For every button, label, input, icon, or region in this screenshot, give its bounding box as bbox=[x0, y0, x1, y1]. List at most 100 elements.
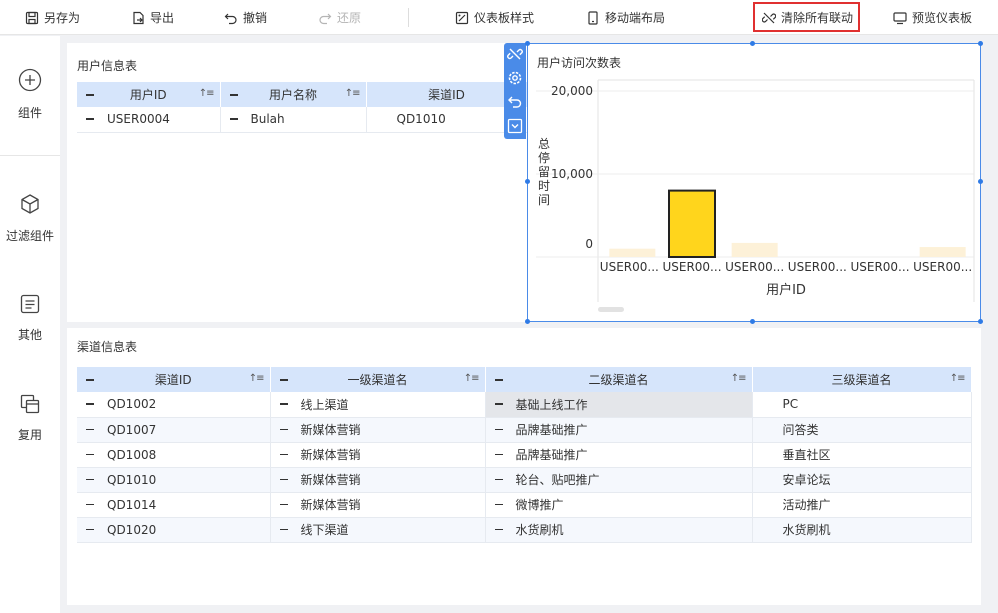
unlink-icon[interactable] bbox=[507, 46, 523, 62]
clear-links-button[interactable]: 清除所有联动 bbox=[762, 0, 853, 35]
undo-icon[interactable] bbox=[507, 94, 523, 110]
sort-icon[interactable]: ↑≡ bbox=[199, 88, 215, 99]
save-as-button[interactable]: 另存为 bbox=[25, 0, 80, 35]
collapse-icon[interactable] bbox=[494, 528, 503, 530]
collapse-icon[interactable] bbox=[494, 379, 503, 381]
table-cell[interactable]: 安卓论坛 bbox=[752, 467, 972, 493]
table-cell[interactable]: 基础上线工作 bbox=[485, 392, 753, 418]
channel-info-widget[interactable]: 渠道信息表 渠道ID ↑≡ 一级渠道名 ↑≡ 二级渠道名 ↑≡ 三级渠道名 ↑≡ QD1… bbox=[67, 328, 981, 605]
collapse-icon[interactable] bbox=[86, 403, 94, 405]
resize-handle[interactable] bbox=[525, 41, 530, 46]
table-row[interactable]: USER0004 Bulah QD1010 bbox=[77, 107, 528, 133]
collapse-icon[interactable] bbox=[86, 94, 94, 96]
sort-icon[interactable]: ↑≡ bbox=[249, 373, 265, 384]
collapse-icon[interactable] bbox=[279, 478, 288, 480]
table-cell[interactable]: QD1014 bbox=[77, 492, 271, 518]
table-row[interactable]: QD1010 新媒体营销 轮台、贴吧推广 安卓论坛 bbox=[77, 467, 972, 493]
collapse-icon[interactable] bbox=[86, 379, 94, 381]
table-row[interactable]: QD1020 线下渠道 水货刷机 水货刷机 bbox=[77, 517, 972, 543]
export-button[interactable]: 导出 bbox=[131, 0, 174, 35]
table-cell[interactable]: QD1002 bbox=[77, 392, 271, 418]
gear-icon[interactable] bbox=[507, 70, 523, 86]
table-cell[interactable]: 品牌基础推广 bbox=[485, 442, 753, 468]
table-cell[interactable]: USER0004 bbox=[77, 107, 221, 133]
table-cell[interactable]: 活动推广 bbox=[752, 492, 972, 518]
chart-scrollbar-thumb[interactable] bbox=[598, 307, 624, 312]
column-header-level2-channel[interactable]: 二级渠道名 ↑≡ bbox=[485, 367, 753, 392]
collapse-icon[interactable] bbox=[86, 118, 94, 120]
sidebar-item-filter[interactable]: 过滤组件 bbox=[0, 193, 60, 244]
collapse-icon[interactable] bbox=[494, 453, 503, 455]
resize-handle[interactable] bbox=[978, 319, 983, 324]
table-cell[interactable]: PC bbox=[752, 392, 972, 418]
sort-icon[interactable]: ↑≡ bbox=[731, 373, 747, 384]
table-cell[interactable]: 水货刷机 bbox=[752, 517, 972, 543]
redo-button[interactable]: 还原 bbox=[318, 0, 361, 35]
resize-handle[interactable] bbox=[978, 41, 983, 46]
table-cell[interactable]: 微博推广 bbox=[485, 492, 753, 518]
collapse-icon[interactable] bbox=[494, 478, 503, 480]
collapse-icon[interactable] bbox=[86, 453, 94, 455]
column-header-user-id[interactable]: 用户ID ↑≡ bbox=[77, 82, 221, 107]
collapse-icon[interactable] bbox=[494, 428, 503, 430]
column-header-channel-id[interactable]: 渠道ID↑≡ bbox=[77, 367, 271, 392]
sort-icon[interactable]: ↑≡ bbox=[345, 88, 361, 99]
mobile-layout-button[interactable]: 移动端布局 bbox=[586, 0, 665, 35]
column-header-user-name[interactable]: 用户名称 ↑≡ bbox=[220, 82, 367, 107]
collapse-icon[interactable] bbox=[494, 403, 503, 405]
table-cell[interactable]: 新媒体营销 bbox=[270, 442, 486, 468]
collapse-icon[interactable] bbox=[86, 503, 94, 505]
resize-handle[interactable] bbox=[750, 319, 755, 324]
collapse-icon[interactable] bbox=[229, 94, 238, 96]
sort-icon[interactable]: ↑≡ bbox=[950, 373, 966, 384]
table-row[interactable]: QD1002 线上渠道 基础上线工作 PC bbox=[77, 392, 972, 418]
table-cell[interactable]: QD1008 bbox=[77, 442, 271, 468]
table-cell[interactable]: 品牌基础推广 bbox=[485, 417, 753, 443]
column-header-level1-channel[interactable]: 一级渠道名 ↑≡ bbox=[270, 367, 486, 392]
table-cell[interactable]: QD1010 bbox=[77, 467, 271, 493]
table-cell[interactable]: 垂直社区 bbox=[752, 442, 972, 468]
column-header-channel-id[interactable]: 渠道ID↑≡ bbox=[366, 82, 528, 107]
collapse-icon[interactable] bbox=[86, 478, 94, 480]
table-cell[interactable]: 线下渠道 bbox=[270, 517, 486, 543]
collapse-icon[interactable] bbox=[279, 403, 288, 405]
collapse-icon[interactable] bbox=[279, 453, 288, 455]
collapse-icon[interactable] bbox=[86, 428, 94, 430]
table-cell[interactable]: 水货刷机 bbox=[485, 517, 753, 543]
resize-handle[interactable] bbox=[525, 179, 530, 184]
user-info-widget[interactable]: 用户信息表 用户ID↑≡ 用户名称↑≡ 渠道ID↑≡ USER0004 Bula… bbox=[67, 43, 528, 322]
collapse-icon[interactable] bbox=[279, 379, 288, 381]
table-cell[interactable]: 线上渠道 bbox=[270, 392, 486, 418]
sort-icon[interactable]: ↑≡ bbox=[464, 373, 480, 384]
collapse-icon[interactable] bbox=[494, 503, 503, 505]
table-row[interactable]: QD1007 新媒体营销 品牌基础推广 问答类 bbox=[77, 417, 972, 443]
table-cell[interactable]: 轮台、贴吧推广 bbox=[485, 467, 753, 493]
table-cell[interactable]: 问答类 bbox=[752, 417, 972, 443]
resize-handle[interactable] bbox=[750, 41, 755, 46]
dashboard-style-button[interactable]: 仪表板样式 bbox=[455, 0, 534, 35]
sidebar-item-reuse[interactable]: 复用 bbox=[0, 394, 60, 443]
user-visits-chart-widget[interactable]: 用户访问次数表 20,000 10,000 0 总停留时间 USER00... USER0… bbox=[527, 43, 981, 322]
resize-handle[interactable] bbox=[978, 179, 983, 184]
table-cell[interactable]: QD1010 bbox=[366, 107, 528, 133]
undo-button[interactable]: 撤销 bbox=[224, 0, 267, 35]
table-row[interactable]: QD1008 新媒体营销 品牌基础推广 垂直社区 bbox=[77, 442, 972, 468]
sidebar-item-components[interactable]: 组件 bbox=[0, 68, 60, 121]
sidebar-item-other[interactable]: 其他 bbox=[0, 294, 60, 343]
table-cell[interactable]: QD1007 bbox=[77, 417, 271, 443]
column-header-level3-channel[interactable]: 三级渠道名 ↑≡ bbox=[752, 367, 972, 392]
collapse-icon[interactable] bbox=[279, 428, 288, 430]
collapse-icon[interactable] bbox=[279, 528, 288, 530]
resize-handle[interactable] bbox=[525, 319, 530, 324]
chevron-down-icon[interactable] bbox=[507, 118, 523, 134]
collapse-icon[interactable] bbox=[86, 528, 94, 530]
preview-dashboard-button[interactable]: 预览仪表板 bbox=[893, 0, 972, 35]
table-row[interactable]: QD1014 新媒体营销 微博推广 活动推广 bbox=[77, 492, 972, 518]
table-cell[interactable]: QD1020 bbox=[77, 517, 271, 543]
table-cell[interactable]: 新媒体营销 bbox=[270, 467, 486, 493]
table-cell[interactable]: 新媒体营销 bbox=[270, 492, 486, 518]
collapse-icon[interactable] bbox=[229, 118, 238, 120]
table-cell[interactable]: Bulah bbox=[220, 107, 367, 133]
table-cell[interactable]: 新媒体营销 bbox=[270, 417, 486, 443]
collapse-icon[interactable] bbox=[279, 503, 288, 505]
